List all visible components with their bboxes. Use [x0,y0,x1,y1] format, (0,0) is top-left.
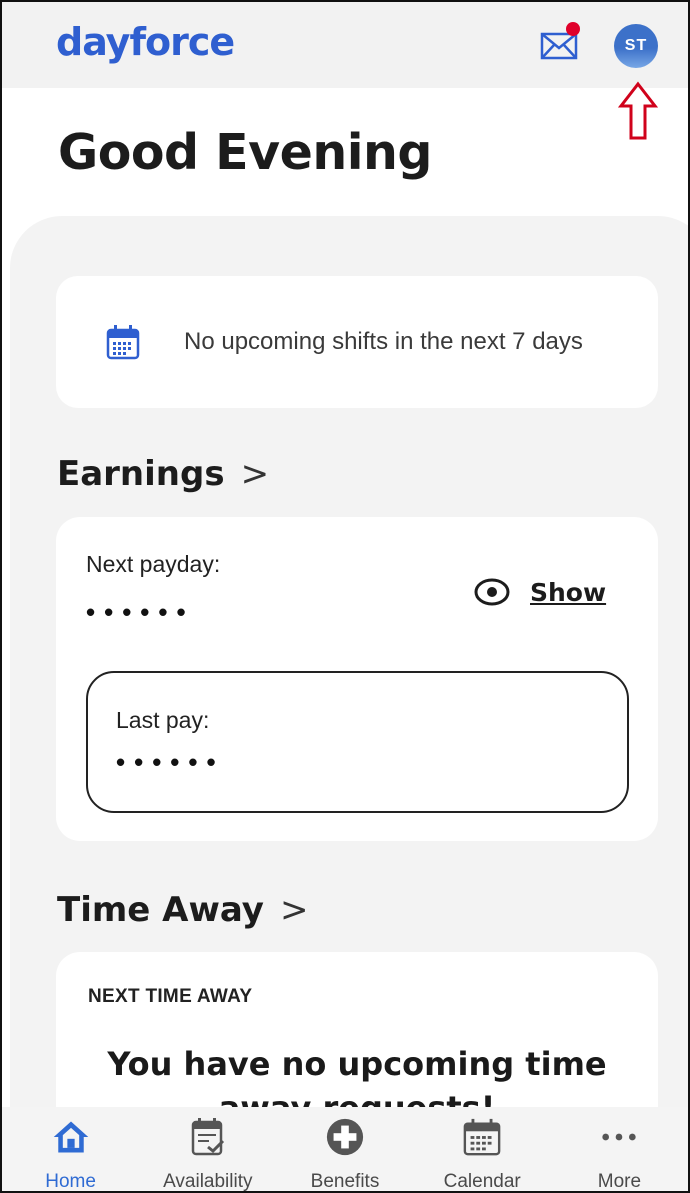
next-payday-label: Next payday: [86,551,221,577]
bottom-navigation: Home Availability Benefits Calendar More [2,1107,688,1192]
earnings-section-link[interactable]: Earnings > [57,454,269,494]
nav-calendar-label: Calendar [443,1171,521,1192]
next-time-away-caption: NEXT TIME AWAY [88,986,253,1007]
nav-more[interactable]: More [551,1107,688,1192]
unread-badge [566,22,580,36]
annotation-arrow-icon [618,81,658,140]
dayforce-logo: dayforce [56,20,235,64]
show-label: Show [530,577,607,607]
home-icon [53,1121,88,1153]
nav-availability-label: Availability [163,1171,253,1192]
upcoming-shifts-card[interactable]: No upcoming shifts in the next 7 days [56,276,658,408]
last-pay-box: Last pay: •••••• [86,671,629,813]
chevron-right-icon: > [240,454,270,494]
no-shifts-message: No upcoming shifts in the next 7 days [184,328,583,355]
app-screen: dayforce ST Good Evening No upcoming shi… [0,0,690,1193]
top-bar: dayforce ST [2,2,688,88]
nav-benefits-label: Benefits [310,1171,380,1192]
last-pay-label: Last pay: [116,707,210,733]
eye-icon [474,578,510,606]
next-payday-hidden-value: •••••• [86,597,195,627]
earnings-title: Earnings [57,454,225,494]
time-away-section-link[interactable]: Time Away > [57,890,308,930]
more-icon [602,1133,637,1141]
benefits-icon [326,1118,364,1156]
nav-home[interactable]: Home [2,1107,139,1192]
show-amounts-button[interactable]: Show [474,577,606,607]
earnings-card: Next payday: •••••• Show Last pay: •••••… [56,517,658,841]
chevron-right-icon: > [279,890,309,930]
availability-icon [191,1118,224,1156]
profile-avatar-button[interactable]: ST [614,24,658,68]
inbox-button[interactable] [538,22,584,64]
time-away-title: Time Away [57,890,264,930]
greeting-title: Good Evening [58,124,432,181]
nav-home-label: Home [45,1171,96,1192]
last-pay-hidden-value: •••••• [116,747,225,777]
nav-benefits[interactable]: Benefits [276,1107,413,1192]
calendar-icon [463,1118,501,1156]
nav-availability[interactable]: Availability [139,1107,276,1192]
nav-calendar[interactable]: Calendar [414,1107,551,1192]
calendar-icon [106,325,140,360]
nav-more-label: More [597,1171,642,1192]
